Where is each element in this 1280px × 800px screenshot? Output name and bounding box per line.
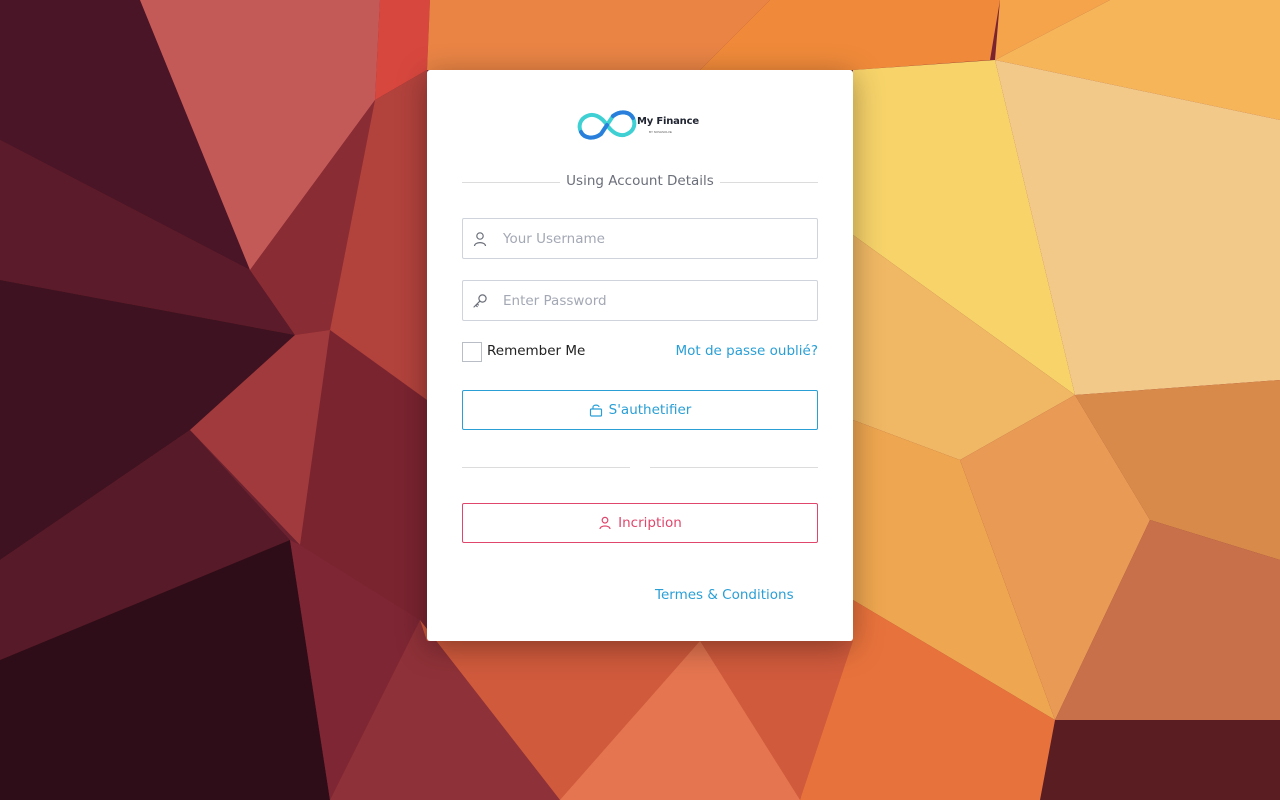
separator-left xyxy=(462,467,630,468)
login-button[interactable]: S'authetifier xyxy=(462,390,818,430)
section-divider: Using Account Details xyxy=(462,170,818,194)
signup-button[interactable]: Incription xyxy=(462,503,818,543)
key-icon xyxy=(473,294,487,308)
remember-label: Remember Me xyxy=(487,343,586,359)
lock-icon xyxy=(589,404,602,417)
password-field xyxy=(462,280,818,321)
terms-link[interactable]: Termes & Conditions xyxy=(655,587,794,603)
signup-button-label: Incription xyxy=(618,515,682,531)
password-input[interactable] xyxy=(503,281,803,320)
section-label: Using Account Details xyxy=(566,173,714,189)
login-button-label: S'authetifier xyxy=(608,402,692,418)
user-icon xyxy=(599,516,611,530)
forgot-password-link[interactable]: Mot de passe oublié? xyxy=(675,343,818,359)
divider-line-right xyxy=(720,182,818,183)
username-field xyxy=(462,218,818,259)
username-input[interactable] xyxy=(503,219,803,258)
login-card: My Finance BY NOVASOLVE Using Account De… xyxy=(427,70,853,641)
remember-checkbox[interactable] xyxy=(462,342,482,362)
infinity-logo-icon xyxy=(577,110,637,140)
separator-right xyxy=(650,467,818,468)
user-icon xyxy=(473,232,487,247)
brand-name: My Finance xyxy=(637,116,699,127)
brand-tagline: BY NOVASOLVE xyxy=(649,130,672,134)
brand-logo: My Finance BY NOVASOLVE xyxy=(577,104,699,146)
